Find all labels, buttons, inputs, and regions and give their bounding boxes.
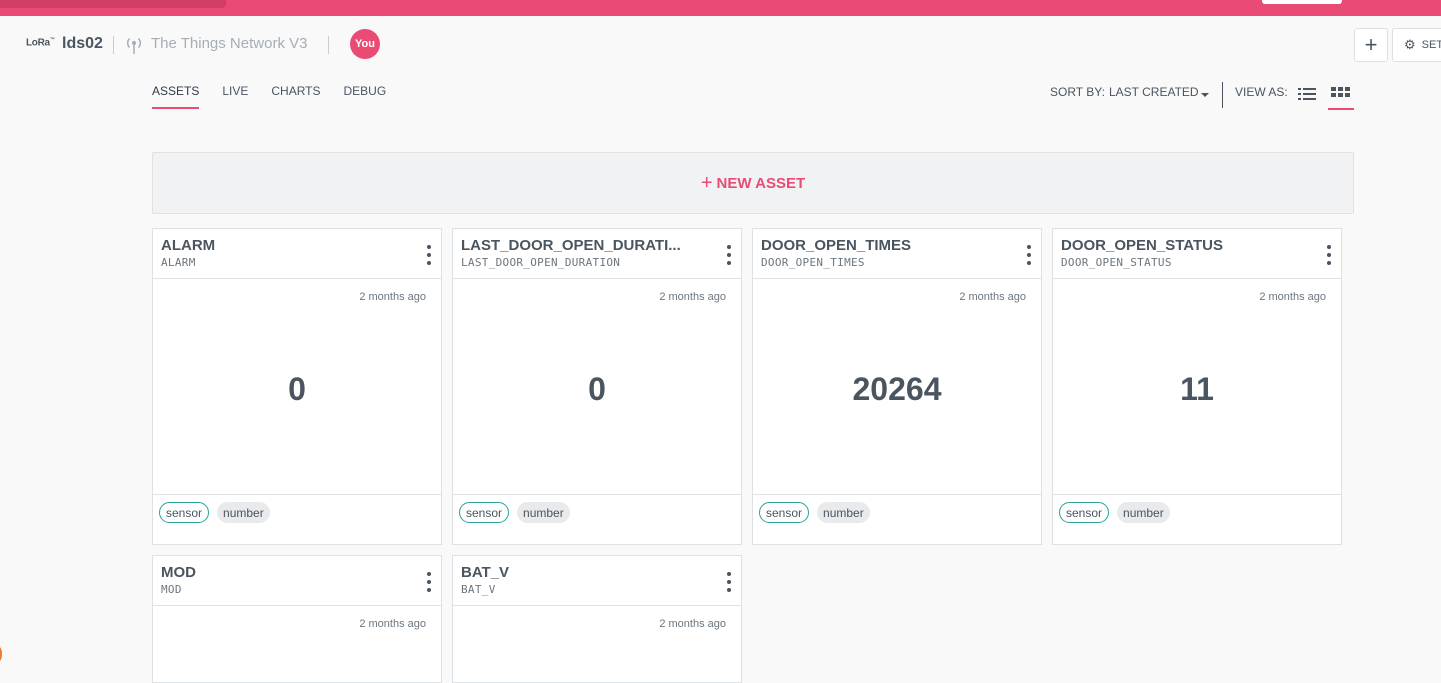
asset-key: MOD xyxy=(161,583,182,596)
asset-timestamp: 2 months ago xyxy=(359,618,426,630)
asset-timestamp: 2 months ago xyxy=(659,618,726,630)
asset-value: 11 xyxy=(1180,371,1214,407)
header-divider xyxy=(113,36,114,54)
asset-card-body: 2 months ago 11 xyxy=(1053,279,1341,494)
asset-card-last-door-open-duration[interactable]: LAST_DOOR_OPEN_DURATI... LAST_DOOR_OPEN_… xyxy=(452,228,742,545)
tag-number[interactable]: number xyxy=(217,502,270,523)
list-view-icon[interactable] xyxy=(1298,87,1316,101)
new-asset-button[interactable]: + NEW ASSET xyxy=(152,152,1354,214)
lora-logo: LoRa™ xyxy=(26,37,55,48)
asset-timestamp: 2 months ago xyxy=(359,291,426,303)
asset-card-body: 2 months ago 0 xyxy=(453,279,741,494)
asset-title: ALARM xyxy=(161,237,216,254)
tab-debug[interactable]: DEBUG xyxy=(344,84,387,109)
view-divider xyxy=(1222,82,1223,108)
tag-number[interactable]: number xyxy=(1117,502,1170,523)
asset-key: LAST_DOOR_OPEN_DURATION xyxy=(461,256,621,269)
asset-value: 0 xyxy=(588,371,606,407)
asset-key: DOOR_OPEN_TIMES xyxy=(761,256,865,269)
asset-title: DOOR_OPEN_STATUS xyxy=(1061,237,1223,254)
more-options-icon[interactable] xyxy=(1025,245,1033,265)
device-name[interactable]: lds02 xyxy=(62,35,103,53)
view-label: VIEW AS: xyxy=(1235,85,1288,99)
sort-label: SORT BY: xyxy=(1050,85,1105,99)
settings-label: SET xyxy=(1421,39,1441,51)
more-options-icon[interactable] xyxy=(725,572,733,592)
asset-card-body: 2 months ago xyxy=(453,606,741,683)
asset-title: LAST_DOOR_OPEN_DURATI... xyxy=(461,237,681,254)
asset-card-header: DOOR_OPEN_STATUS DOOR_OPEN_STATUS xyxy=(1053,229,1341,279)
device-header: LoRa™ lds02 The Things Network V3 You + … xyxy=(0,16,1441,72)
more-options-icon[interactable] xyxy=(1325,245,1333,265)
asset-card-bat-v[interactable]: BAT_V BAT_V 2 months ago xyxy=(452,555,742,683)
asset-value: 20264 xyxy=(852,371,942,407)
tab-live[interactable]: LIVE xyxy=(222,84,248,109)
plus-icon: + xyxy=(1364,32,1378,57)
asset-card-door-open-times[interactable]: DOOR_OPEN_TIMES DOOR_OPEN_TIMES 2 months… xyxy=(752,228,1042,545)
asset-card-header: ALARM ALARM xyxy=(153,229,441,279)
tag-sensor[interactable]: sensor xyxy=(159,502,210,523)
asset-card-body: 2 months ago 0 xyxy=(153,279,441,494)
grid-view-button[interactable] xyxy=(1328,84,1354,110)
asset-value: 0 xyxy=(288,371,306,407)
tag-number[interactable]: number xyxy=(817,502,870,523)
asset-card-alarm[interactable]: ALARM ALARM 2 months ago 0 sensor number xyxy=(152,228,442,545)
owner-avatar[interactable]: You xyxy=(350,29,380,59)
new-asset-label: NEW ASSET xyxy=(716,174,806,192)
lora-logo-text: LoRa xyxy=(26,37,50,49)
grid-view-icon xyxy=(1331,87,1350,97)
gear-icon: ⚙ xyxy=(1404,37,1416,52)
asset-card-footer: sensor number xyxy=(1053,494,1341,544)
asset-title: DOOR_OPEN_TIMES xyxy=(761,237,912,254)
add-button[interactable]: + xyxy=(1354,28,1388,62)
asset-tabs: ASSETS LIVE CHARTS DEBUG xyxy=(152,84,409,110)
asset-card-header: BAT_V BAT_V xyxy=(453,556,741,606)
asset-card-header: DOOR_OPEN_TIMES DOOR_OPEN_TIMES xyxy=(753,229,1041,279)
more-options-icon[interactable] xyxy=(725,245,733,265)
asset-card-footer: sensor number xyxy=(153,494,441,544)
asset-title: BAT_V xyxy=(461,564,510,581)
asset-card-body: 2 months ago 20264 xyxy=(753,279,1041,494)
asset-key: DOOR_OPEN_STATUS xyxy=(1061,256,1172,269)
asset-card-door-open-status[interactable]: DOOR_OPEN_STATUS DOOR_OPEN_STATUS 2 mont… xyxy=(1052,228,1342,545)
top-bar xyxy=(0,0,1441,16)
header-divider xyxy=(328,36,329,54)
tag-number[interactable]: number xyxy=(517,502,570,523)
plus-icon: + xyxy=(700,171,713,194)
asset-card-mod[interactable]: MOD MOD 2 months ago xyxy=(152,555,442,683)
asset-card-footer: sensor number xyxy=(453,494,741,544)
lora-logo-mark: ™ xyxy=(49,37,55,43)
top-bar-right-button[interactable] xyxy=(1262,0,1342,4)
asset-card-footer: sensor number xyxy=(753,494,1041,544)
more-options-icon[interactable] xyxy=(425,245,433,265)
chevron-down-icon[interactable] xyxy=(1201,93,1209,97)
asset-card-header: MOD MOD xyxy=(153,556,441,606)
asset-timestamp: 2 months ago xyxy=(959,291,1026,303)
asset-title: MOD xyxy=(161,564,196,581)
asset-key: BAT_V xyxy=(461,583,496,596)
tab-assets[interactable]: ASSETS xyxy=(152,84,200,109)
asset-timestamp: 2 months ago xyxy=(659,291,726,303)
asset-timestamp: 2 months ago xyxy=(1259,291,1326,303)
asset-card-body: 2 months ago xyxy=(153,606,441,683)
asset-card-header: LAST_DOOR_OPEN_DURATI... LAST_DOOR_OPEN_… xyxy=(453,229,741,279)
settings-button[interactable]: ⚙ SET xyxy=(1392,28,1441,62)
top-bar-left-tab[interactable] xyxy=(0,0,226,8)
tab-charts[interactable]: CHARTS xyxy=(271,84,320,109)
tag-sensor[interactable]: sensor xyxy=(459,502,510,523)
tag-sensor[interactable]: sensor xyxy=(1059,502,1110,523)
antenna-icon xyxy=(127,37,141,54)
chat-widget-edge[interactable] xyxy=(0,643,2,665)
tag-sensor[interactable]: sensor xyxy=(759,502,810,523)
asset-key: ALARM xyxy=(161,256,196,269)
sort-dropdown[interactable]: LAST CREATED xyxy=(1109,85,1199,99)
network-name[interactable]: The Things Network V3 xyxy=(151,35,307,52)
more-options-icon[interactable] xyxy=(425,572,433,592)
